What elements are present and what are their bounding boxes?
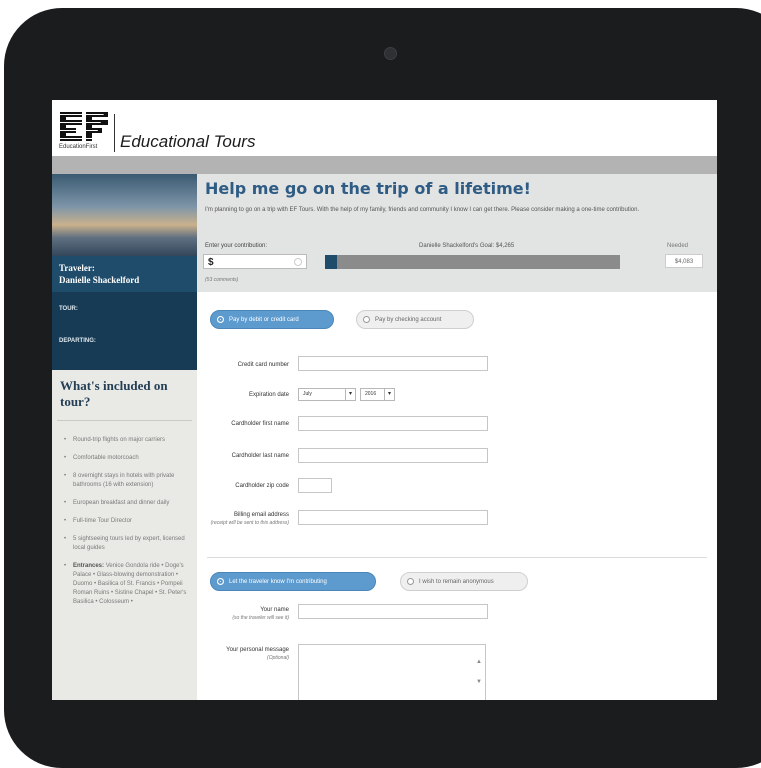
departing-label: DEPARTING: bbox=[59, 338, 96, 344]
sidebar-divider bbox=[57, 420, 192, 421]
top-nav-bar bbox=[52, 156, 717, 174]
card-number-label: Credit card number bbox=[237, 362, 289, 368]
email-label: Billing email address (receipt will be s… bbox=[197, 511, 289, 527]
message-note: (Optional) bbox=[267, 655, 289, 661]
traveler-label: Traveler: bbox=[59, 263, 95, 273]
pay-by-card-radio[interactable]: Pay by debit or credit card bbox=[210, 310, 334, 329]
your-name-input[interactable] bbox=[298, 604, 488, 619]
first-name-input[interactable] bbox=[298, 416, 488, 431]
message-label: Your personal message (Optional) bbox=[197, 646, 289, 662]
included-heading: What's included on tour? bbox=[60, 378, 168, 409]
page-title: Help me go on the trip of a lifetime! bbox=[205, 179, 531, 198]
section-divider bbox=[207, 557, 707, 558]
personal-message-textarea[interactable]: ▲ ▼ bbox=[298, 644, 486, 700]
tablet-screen: EducationFirst Educational Tours Travele… bbox=[52, 100, 717, 700]
chevron-down-icon: ▾ bbox=[384, 389, 394, 400]
pay-by-check-label: Pay by checking account bbox=[375, 317, 442, 323]
let-traveler-know-label: Let the traveler know I'm contributing bbox=[229, 579, 327, 585]
scroll-up-icon[interactable]: ▲ bbox=[476, 659, 482, 665]
goal-progress-bar bbox=[325, 255, 620, 269]
pay-by-check-radio[interactable]: Pay by checking account bbox=[356, 310, 474, 329]
goal-label: Danielle Shackelford's Goal: $4,265 bbox=[419, 243, 515, 249]
contribution-panel: Help me go on the trip of a lifetime! I'… bbox=[197, 174, 717, 292]
list-item: 5 sightseeing tours led by expert, licen… bbox=[64, 535, 190, 553]
list-item: Full-time Tour Director bbox=[64, 517, 190, 526]
ef-small-label: EducationFirst bbox=[59, 144, 98, 150]
zip-input[interactable] bbox=[298, 478, 332, 493]
camera-icon bbox=[384, 47, 397, 60]
needed-label: Needed bbox=[667, 243, 689, 249]
list-item: 8 overnight stays in hotels with private… bbox=[64, 472, 190, 490]
expiration-label: Expiration date bbox=[248, 392, 289, 398]
sidebar-included: What's included on tour? Round-trip flig… bbox=[52, 370, 197, 700]
card-number-input[interactable] bbox=[298, 356, 488, 371]
logo-divider bbox=[114, 114, 115, 152]
list-item: European breakfast and dinner daily bbox=[64, 499, 190, 508]
intro-text: I'm planning to go on a trip with EF Tou… bbox=[205, 207, 640, 213]
let-traveler-know-radio[interactable]: Let the traveler know I'm contributing bbox=[210, 572, 376, 591]
radio-unselected-icon bbox=[407, 578, 414, 585]
goal-progress-fill bbox=[325, 255, 337, 269]
message-label-text: Your personal message bbox=[226, 647, 289, 653]
tour-label: TOUR: bbox=[59, 306, 78, 312]
last-name-label: Cardholder last name bbox=[231, 453, 289, 459]
enter-contribution-label: Enter your contribution: bbox=[205, 243, 268, 249]
your-name-note: (so the traveler will see it) bbox=[232, 615, 289, 621]
email-input[interactable] bbox=[298, 510, 488, 525]
header-logo-row: EducationFirst Educational Tours bbox=[52, 100, 717, 156]
your-name-label: Your name (so the traveler will see it) bbox=[197, 606, 289, 622]
expiration-year-select[interactable]: 2016 ▾ bbox=[360, 388, 395, 401]
your-name-label-text: Your name bbox=[260, 607, 289, 613]
year-value: 2016 bbox=[365, 391, 377, 397]
scroll-down-icon[interactable]: ▼ bbox=[476, 679, 482, 685]
contribution-amount-input[interactable]: $ bbox=[203, 254, 307, 269]
email-label-text: Billing email address bbox=[233, 512, 289, 518]
needed-amount: $4,083 bbox=[665, 254, 703, 268]
list-item: Comfortable motorcoach bbox=[64, 454, 190, 463]
entrances-label: Entrances: bbox=[73, 563, 105, 569]
radio-selected-icon bbox=[217, 578, 224, 585]
pay-by-card-label: Pay by debit or credit card bbox=[229, 317, 299, 323]
clear-icon bbox=[294, 258, 302, 266]
entrances-text: Venice Gondola ride • Doge's Palace • Gl… bbox=[73, 563, 187, 605]
brand-name: Educational Tours bbox=[120, 132, 256, 151]
chevron-down-icon: ▾ bbox=[345, 389, 355, 400]
hero-sky-image bbox=[52, 174, 197, 256]
list-item: Round-trip flights on major carriers bbox=[64, 436, 190, 445]
currency-symbol: $ bbox=[208, 257, 214, 268]
traveler-box: Traveler: Danielle Shackelford bbox=[52, 256, 197, 292]
email-note: (receipt will be sent to this address) bbox=[210, 520, 289, 526]
tour-info-box: TOUR: DEPARTING: bbox=[52, 292, 197, 370]
first-name-label: Cardholder first name bbox=[231, 421, 289, 427]
radio-selected-icon bbox=[217, 316, 224, 323]
main-content: Help me go on the trip of a lifetime! I'… bbox=[197, 174, 717, 700]
included-list: Round-trip flights on major carriers Com… bbox=[64, 436, 190, 616]
radio-unselected-icon bbox=[363, 316, 370, 323]
month-value: July bbox=[303, 391, 312, 397]
comments-link[interactable]: (53 comments) bbox=[205, 277, 238, 283]
anonymous-label: I wish to remain anonymous bbox=[419, 579, 494, 585]
list-item-entrances: Entrances: Venice Gondola ride • Doge's … bbox=[64, 562, 190, 607]
last-name-input[interactable] bbox=[298, 448, 488, 463]
anonymous-radio[interactable]: I wish to remain anonymous bbox=[400, 572, 528, 591]
zip-label: Cardholder zip code bbox=[235, 483, 289, 489]
expiration-month-select[interactable]: July ▾ bbox=[298, 388, 356, 401]
traveler-name: Danielle Shackelford bbox=[59, 275, 140, 285]
